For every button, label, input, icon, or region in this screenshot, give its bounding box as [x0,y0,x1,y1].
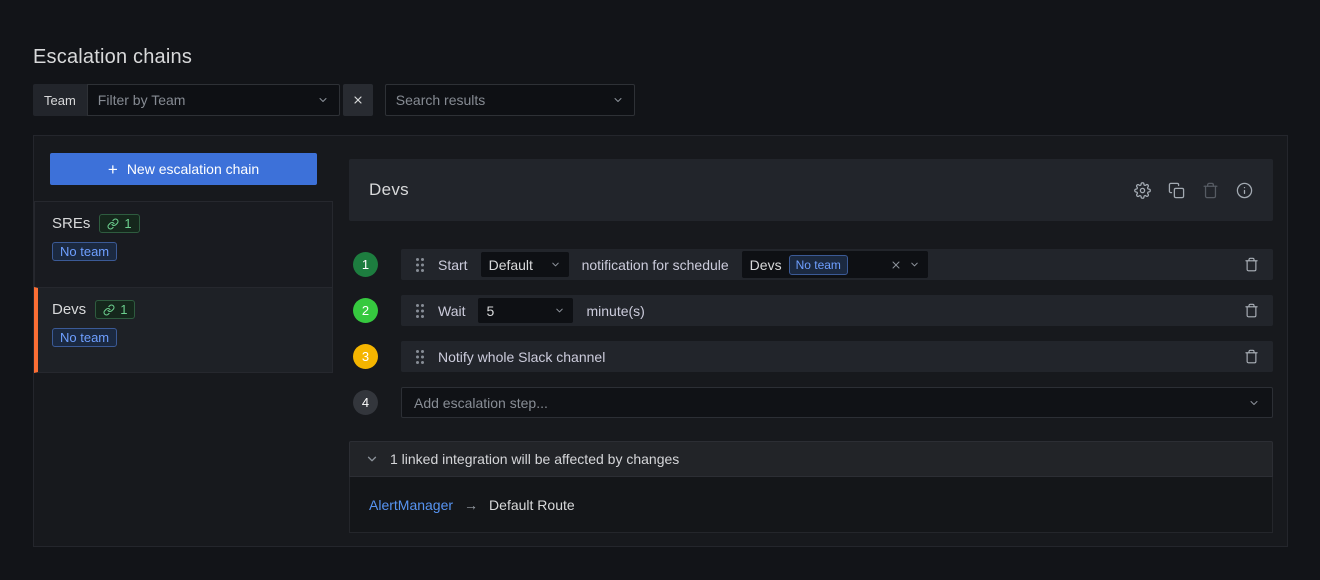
schedule-select[interactable]: Devs No team [742,251,928,278]
settings-gear-icon[interactable] [1134,182,1151,199]
step-number-badge: 4 [353,390,378,415]
chains-sidebar: + New escalation chain SREs 1 No team De… [34,136,333,546]
route-name: Default Route [489,497,575,513]
sidebar-item-sres[interactable]: SREs 1 No team [34,201,333,287]
add-escalation-step-line: 4 Add escalation step... [349,387,1273,418]
drag-handle-icon[interactable] [415,303,425,319]
step-number-badge: 3 [353,344,378,369]
drag-handle-icon[interactable] [415,349,425,365]
chain-name-row: Devs 1 [52,300,315,319]
team-badge: No team [52,328,117,347]
delete-step-trash-icon[interactable] [1244,257,1259,272]
chevron-down-icon [612,94,624,106]
link-icon [107,218,119,230]
chevron-down-icon [554,305,565,316]
step-text-before: Wait [438,303,465,319]
integration-link[interactable]: AlertManager [369,497,453,513]
step-text-before: Start [438,257,468,273]
escalation-steps: 1 Start Default notification for schedul… [349,249,1273,418]
add-escalation-step-select[interactable]: Add escalation step... [401,387,1273,418]
linked-count-badge: 1 [95,300,135,319]
selected-value: Default [489,257,533,273]
chain-name: Devs [52,301,86,318]
linked-integration-row: AlertManager → Default Route [349,477,1273,533]
team-filter-label: Team [33,84,87,116]
step-number-badge: 2 [353,298,378,323]
chain-detail: Devs 1 [349,159,1273,533]
delete-chain-trash-icon[interactable] [1202,182,1219,199]
linked-integrations-box: 1 linked integration will be affected by… [349,441,1273,533]
team-filter-select[interactable]: Filter by Team [87,84,340,116]
team-filter-placeholder: Filter by Team [98,92,317,108]
step-row: Notify whole Slack channel [401,341,1273,372]
chain-name: SREs [52,215,90,232]
chain-actions [1134,182,1253,199]
add-step-placeholder: Add escalation step... [414,395,1248,411]
schedule-value: Devs [750,257,782,273]
filter-bar: Team Filter by Team Search results [33,84,635,116]
escalation-chains-panel: + New escalation chain SREs 1 No team De… [33,135,1288,547]
linked-integrations-toggle[interactable]: 1 linked integration will be affected by… [349,441,1273,477]
team-badge: No team [52,242,117,261]
sidebar-item-devs[interactable]: Devs 1 No team [34,287,333,373]
delete-step-trash-icon[interactable] [1244,349,1259,364]
linked-count: 1 [124,216,131,231]
notification-type-select[interactable]: Default [481,252,569,277]
escalation-step-3: 3 Notify whole Slack channel [349,341,1273,372]
drag-handle-icon[interactable] [415,257,425,273]
step-row: Wait 5 minute(s) [401,295,1273,326]
escalation-step-1: 1 Start Default notification for schedul… [349,249,1273,280]
link-icon [103,304,115,316]
linked-integrations-summary: 1 linked integration will be affected by… [390,451,679,467]
step-label: Notify whole Slack channel [438,349,605,365]
selected-value: 5 [486,303,494,319]
chevron-down-icon [909,259,920,270]
step-number-badge: 1 [353,252,378,277]
clear-schedule-icon[interactable] [890,259,902,271]
step-text-after: notification for schedule [582,257,729,273]
chain-title: Devs [369,180,409,200]
clear-team-filter-button[interactable] [343,84,373,116]
wait-minutes-select[interactable]: 5 [478,298,573,323]
copy-icon[interactable] [1168,182,1185,199]
schedule-team-badge: No team [789,255,848,275]
chain-name-row: SREs 1 [52,214,315,233]
chevron-down-icon [365,452,379,466]
plus-icon: + [108,161,118,178]
new-escalation-chain-label: New escalation chain [127,161,259,177]
page-title: Escalation chains [33,46,192,69]
info-icon[interactable] [1236,182,1253,199]
linked-count: 1 [120,302,127,317]
delete-step-trash-icon[interactable] [1244,303,1259,318]
step-row: Start Default notification for schedule … [401,249,1273,280]
close-icon [352,94,364,106]
linked-count-badge: 1 [99,214,139,233]
chevron-down-icon [1248,397,1260,409]
escalation-step-2: 2 Wait 5 minute(s) [349,295,1273,326]
chevron-down-icon [550,259,561,270]
search-placeholder: Search results [396,92,612,108]
arrow-right-icon: → [464,497,478,513]
search-results-select[interactable]: Search results [385,84,635,116]
step-text-after: minute(s) [586,303,644,319]
new-escalation-chain-button[interactable]: + New escalation chain [50,153,317,185]
chevron-down-icon [317,94,329,106]
chain-detail-header: Devs [349,159,1273,221]
